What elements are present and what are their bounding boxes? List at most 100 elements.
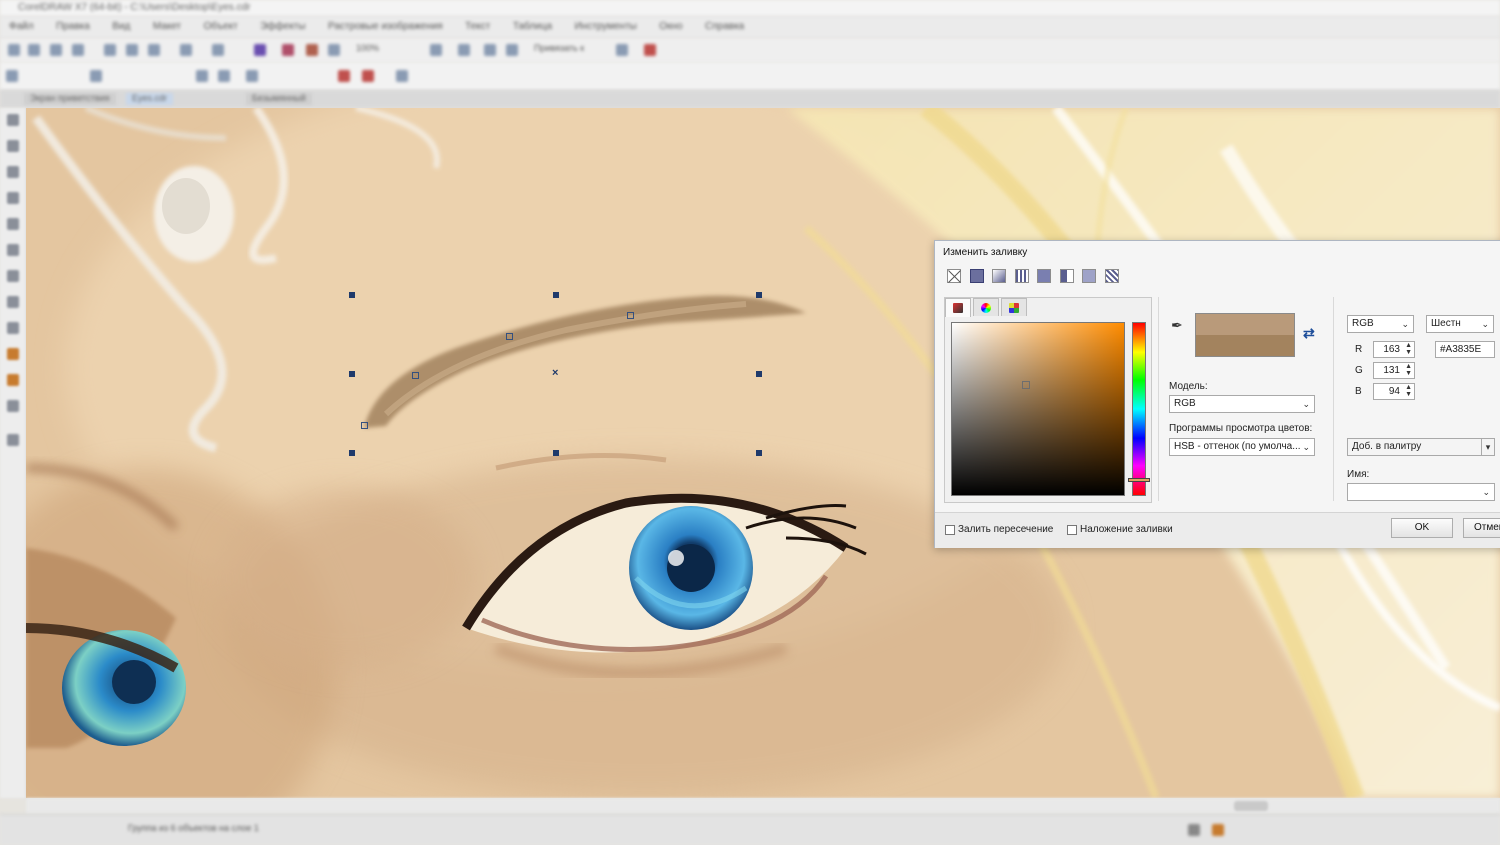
eyedropper-icon[interactable]: ✒	[1171, 317, 1183, 334]
export-icon[interactable]	[306, 44, 318, 56]
fountain-fill-button[interactable]	[992, 269, 1006, 283]
selection-handle-middle-left[interactable]	[349, 371, 355, 377]
mirror-icon[interactable]	[196, 70, 208, 82]
no-fill-button[interactable]	[947, 269, 961, 283]
menu-table[interactable]: Таблица	[513, 16, 552, 38]
zoom-level-select[interactable]: 100%	[356, 43, 379, 53]
options-icon[interactable]	[616, 44, 628, 56]
redo-icon[interactable]	[212, 44, 224, 56]
color-model-select[interactable]: RGB ⌄	[1347, 315, 1414, 333]
hex-format-select[interactable]: Шестн ⌄	[1426, 315, 1494, 333]
menu-layout[interactable]: Макет	[153, 16, 181, 38]
fill-intersection-label[interactable]: Залить пересечение	[958, 524, 1053, 535]
spinner-arrows-icon[interactable]: ▲ ▼	[1405, 384, 1412, 398]
artistic-media-tool-icon[interactable]	[7, 244, 19, 256]
convert-to-curves-icon[interactable]	[396, 70, 408, 82]
selection-handle-bottom-right[interactable]	[756, 450, 762, 456]
path-node[interactable]	[412, 372, 419, 379]
eyedropper-tool-icon[interactable]	[7, 374, 19, 386]
channel-r-input[interactable]: 163 ▲ ▼	[1373, 341, 1415, 358]
tab-document[interactable]: Eyes.cdr	[126, 93, 174, 105]
color-harmonies-tab[interactable]	[973, 298, 999, 316]
color-field-cursor[interactable]	[1022, 381, 1030, 389]
saturation-brightness-field[interactable]	[951, 322, 1125, 496]
vector-pattern-fill-button[interactable]	[1015, 269, 1029, 283]
path-node[interactable]	[361, 422, 368, 429]
selection-handle-top-center[interactable]	[553, 292, 559, 298]
lock-ratio-icon[interactable]	[90, 70, 102, 82]
menu-effects[interactable]: Эффекты	[260, 16, 305, 38]
texture-fill-button[interactable]	[1082, 269, 1096, 283]
pick-tool-icon[interactable]	[7, 114, 19, 126]
channel-b-input[interactable]: 94 ▲ ▼	[1373, 383, 1415, 400]
to-back-icon[interactable]	[362, 70, 374, 82]
selection-handle-top-left[interactable]	[349, 292, 355, 298]
selection-handle-bottom-left[interactable]	[349, 450, 355, 456]
menu-edit[interactable]: Правка	[56, 16, 90, 38]
to-front-icon[interactable]	[338, 70, 350, 82]
outline-width-icon[interactable]	[246, 70, 258, 82]
fill-intersection-checkbox[interactable]	[945, 525, 955, 535]
copy-icon[interactable]	[126, 44, 138, 56]
menu-window[interactable]: Окно	[659, 16, 682, 38]
hue-slider-thumb[interactable]	[1128, 478, 1150, 482]
overprint-fill-label[interactable]: Наложение заливки	[1080, 524, 1173, 535]
snap-to-select[interactable]: Привязать к	[534, 43, 584, 53]
scrollbar-thumb[interactable]	[1234, 801, 1268, 811]
crop-tool-icon[interactable]	[7, 166, 19, 178]
postscript-fill-button[interactable]	[1105, 269, 1119, 283]
fill-indicator-icon[interactable]	[1188, 824, 1200, 836]
menu-file[interactable]: Файл	[9, 16, 34, 38]
selection-handle-bottom-center[interactable]	[553, 450, 559, 456]
add-to-palette-button[interactable]: Доб. в палитру ▾	[1347, 438, 1495, 456]
zoom-tool-icon[interactable]	[7, 192, 19, 204]
ok-button[interactable]: OK	[1391, 518, 1453, 538]
search-content-icon[interactable]	[254, 44, 266, 56]
shape-tool-icon[interactable]	[7, 140, 19, 152]
cancel-button[interactable]: Отмена	[1463, 518, 1500, 538]
full-screen-icon[interactable]	[430, 44, 442, 56]
add-tool-icon[interactable]	[7, 434, 19, 446]
tab-untitled[interactable]: Безымянный	[246, 93, 312, 105]
chevron-down-icon[interactable]: ▾	[1481, 439, 1494, 455]
two-color-fill-button[interactable]	[1060, 269, 1074, 283]
color-models-tab[interactable]	[945, 298, 971, 317]
tab-welcome[interactable]: Экран приветствия	[24, 93, 116, 105]
import-icon[interactable]	[282, 44, 294, 56]
rectangle-tool-icon[interactable]	[7, 270, 19, 282]
save-icon[interactable]	[50, 44, 62, 56]
grid-icon[interactable]	[484, 44, 496, 56]
swap-colors-icon[interactable]: ⇄	[1303, 325, 1315, 342]
path-node[interactable]	[506, 333, 513, 340]
launcher-icon[interactable]	[644, 44, 656, 56]
text-tool-icon[interactable]	[7, 348, 19, 360]
menu-help[interactable]: Справка	[705, 16, 744, 38]
mirror-vertical-icon[interactable]	[218, 70, 230, 82]
print-icon[interactable]	[72, 44, 84, 56]
undo-icon[interactable]	[180, 44, 192, 56]
ellipse-tool-icon[interactable]	[7, 296, 19, 308]
menu-text[interactable]: Текст	[465, 16, 490, 38]
selection-handle-top-right[interactable]	[756, 292, 762, 298]
freehand-tool-icon[interactable]	[7, 218, 19, 230]
color-viewers-select[interactable]: HSB - оттенок (по умолча... ⌄	[1169, 438, 1315, 456]
path-node[interactable]	[627, 312, 634, 319]
guidelines-icon[interactable]	[506, 44, 518, 56]
spinner-arrows-icon[interactable]: ▲ ▼	[1405, 342, 1412, 356]
new-document-icon[interactable]	[8, 44, 20, 56]
paste-icon[interactable]	[148, 44, 160, 56]
model-select[interactable]: RGB ⌄	[1169, 395, 1315, 413]
menu-view[interactable]: Вид	[112, 16, 130, 38]
publish-pdf-icon[interactable]	[328, 44, 340, 56]
spinner-arrows-icon[interactable]: ▲ ▼	[1405, 363, 1412, 377]
open-icon[interactable]	[28, 44, 40, 56]
menu-bitmaps[interactable]: Растровые изображения	[328, 16, 443, 38]
uniform-fill-button[interactable]	[970, 269, 984, 283]
menu-tools[interactable]: Инструменты	[574, 16, 636, 38]
bitmap-pattern-fill-button[interactable]	[1037, 269, 1051, 283]
overprint-fill-checkbox[interactable]	[1067, 525, 1077, 535]
polygon-tool-icon[interactable]	[7, 322, 19, 334]
interactive-fill-tool-icon[interactable]	[7, 400, 19, 412]
outline-indicator-icon[interactable]	[1212, 824, 1224, 836]
color-palettes-tab[interactable]	[1001, 298, 1027, 316]
